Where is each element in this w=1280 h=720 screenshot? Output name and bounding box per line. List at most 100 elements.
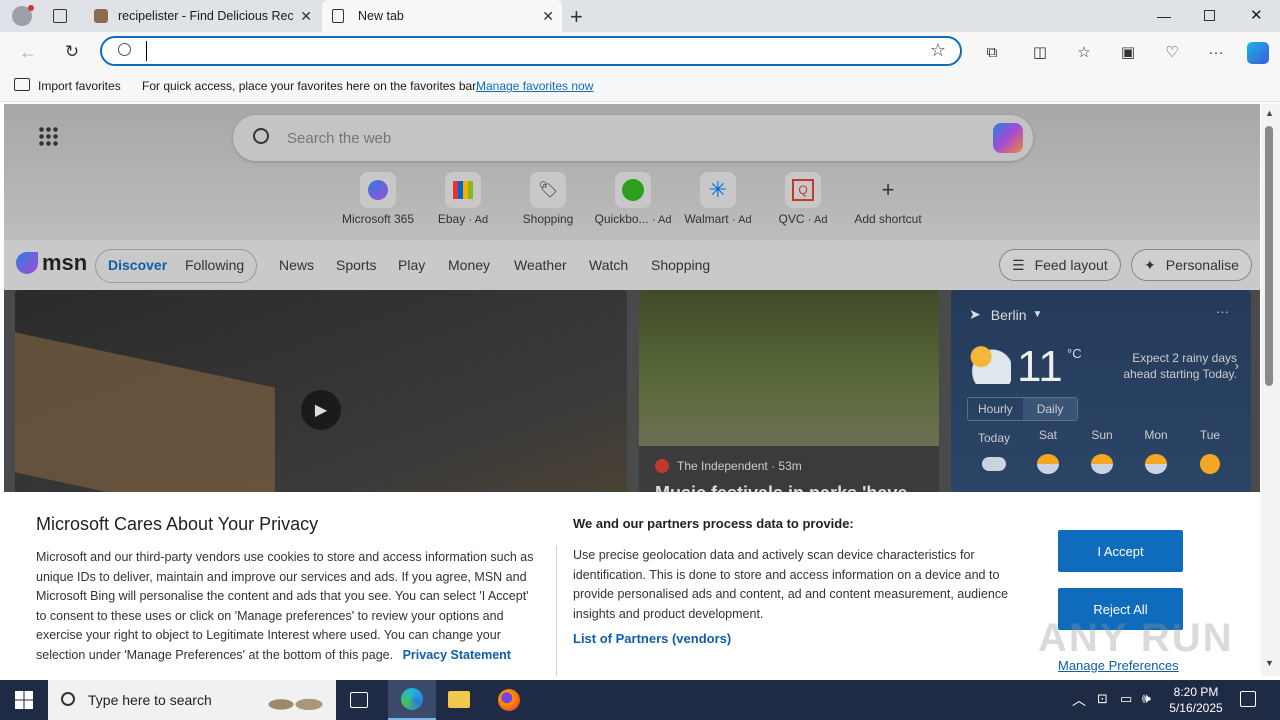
task-view-icon[interactable]: [350, 692, 368, 708]
taskbar: Type here to search ︿ ⊡ ▭ 🕪 8:20 PM 5/16…: [0, 680, 1280, 720]
play-icon[interactable]: ▶: [301, 390, 341, 430]
shortcut-shopping[interactable]: 🏷 Shopping: [508, 172, 588, 226]
search-icon: [61, 692, 75, 706]
chevron-down-icon: ▼: [1032, 309, 1043, 320]
partners-list-link[interactable]: List of Partners (vendors): [573, 631, 731, 646]
partners-body: Use precise geolocation data and activel…: [573, 548, 1009, 621]
news-source: The Independent · 53m: [655, 459, 802, 473]
nav-news[interactable]: News: [279, 257, 314, 273]
copilot-icon[interactable]: [993, 123, 1023, 153]
tab-actions-icon[interactable]: [53, 9, 67, 23]
close-window-button[interactable]: ✕: [1250, 6, 1263, 24]
shortcut-qvc[interactable]: Q QVC · Ad: [763, 172, 843, 226]
favorite-star-icon[interactable]: ☆: [930, 40, 946, 61]
minimize-button[interactable]: —: [1157, 8, 1171, 24]
show-hidden-icons[interactable]: ︿: [1072, 690, 1086, 710]
chevron-right-icon[interactable]: ›: [1235, 358, 1239, 373]
address-bar[interactable]: ☆: [100, 36, 962, 66]
nav-shopping[interactable]: Shopping: [651, 257, 710, 273]
tab-recipelister[interactable]: recipelister - Find Delicious Recip ✕: [84, 0, 320, 32]
page-icon: [332, 9, 344, 23]
edge-taskbar-icon[interactable]: [388, 680, 436, 720]
close-tab-icon[interactable]: ✕: [542, 8, 554, 25]
collections-icon[interactable]: ▣: [1118, 42, 1138, 62]
msn-nav-row: msn Discover Following News Sports Play …: [4, 240, 1260, 290]
network-icon[interactable]: ⊡: [1097, 691, 1108, 707]
tab-new-tab[interactable]: New tab ✕: [322, 0, 562, 32]
clock-time: 8:20 PM: [1173, 685, 1219, 699]
day-tue[interactable]: Tue: [1183, 428, 1237, 474]
shopping-tag-icon: 🏷: [530, 172, 566, 208]
scroll-down-icon[interactable]: ▼: [1265, 658, 1274, 668]
import-favorites-button[interactable]: Import favorites: [38, 79, 121, 93]
back-icon[interactable]: ←: [18, 42, 38, 62]
rain-cloud-icon: [982, 457, 1006, 471]
display-icon[interactable]: ▭: [1120, 691, 1132, 707]
privacy-body: Microsoft and our third-party vendors us…: [36, 550, 534, 662]
feed-layout-button[interactable]: ☰ Feed layout: [999, 249, 1121, 281]
partly-cloudy-icon: [1145, 454, 1167, 474]
clock-date: 5/16/2025: [1169, 701, 1223, 715]
tab-discover[interactable]: Discover: [108, 257, 167, 273]
shortcut-quickbooks[interactable]: Quickbo... · Ad: [593, 172, 673, 226]
nav-watch[interactable]: Watch: [589, 257, 628, 273]
nav-play[interactable]: Play: [398, 257, 425, 273]
more-icon[interactable]: ···: [1216, 304, 1229, 319]
partly-cloudy-icon: [1037, 454, 1059, 474]
notifications-icon[interactable]: [1240, 691, 1256, 707]
accept-button[interactable]: I Accept: [1058, 530, 1183, 572]
day-sat[interactable]: Sat: [1021, 428, 1075, 474]
day-today[interactable]: Today: [967, 431, 1021, 471]
favorites-icon[interactable]: ☆: [1074, 42, 1094, 62]
firefox-icon[interactable]: [498, 689, 520, 711]
day-sun[interactable]: Sun: [1075, 428, 1129, 474]
msn-logo[interactable]: msn: [16, 250, 87, 276]
temperature-unit: °C: [1067, 346, 1082, 361]
tab-title: recipelister - Find Delicious Recip: [118, 9, 293, 23]
extensions-icon[interactable]: ⧉: [982, 42, 1002, 62]
web-search-input[interactable]: [287, 126, 937, 150]
scroll-thumb[interactable]: [1265, 126, 1273, 386]
shortcut-walmart[interactable]: ✳ Walmart · Ad: [678, 172, 758, 226]
restore-button[interactable]: [1204, 10, 1215, 21]
close-tab-icon[interactable]: ✕: [300, 8, 312, 25]
privacy-statement-link[interactable]: Privacy Statement: [403, 648, 511, 662]
divider: [556, 546, 557, 676]
favorites-bar: Import favorites For quick access, place…: [0, 70, 1280, 102]
tab-hourly[interactable]: Hourly: [968, 402, 1023, 416]
browser-essentials-icon[interactable]: ♡: [1162, 42, 1182, 62]
tab-following[interactable]: Following: [185, 257, 244, 273]
personalise-button[interactable]: ✦ Personalise: [1131, 249, 1252, 281]
file-explorer-icon[interactable]: [448, 691, 470, 708]
scroll-up-icon[interactable]: ▲: [1265, 108, 1274, 118]
manage-favorites-link[interactable]: Manage favorites now: [476, 79, 593, 93]
copilot-icon[interactable]: [1247, 42, 1269, 64]
vertical-scrollbar[interactable]: ▲ ▼: [1261, 104, 1280, 676]
address-input[interactable]: [146, 41, 906, 61]
add-shortcut-button[interactable]: + Add shortcut: [848, 172, 928, 226]
shortcut-microsoft-365[interactable]: Microsoft 365: [338, 172, 418, 226]
refresh-icon[interactable]: ↻: [62, 42, 82, 62]
nav-money[interactable]: Money: [448, 257, 490, 273]
apps-grid-icon[interactable]: [38, 126, 58, 146]
nav-weather[interactable]: Weather: [514, 257, 567, 273]
clock[interactable]: 8:20 PM 5/16/2025: [1166, 684, 1226, 716]
day-mon[interactable]: Mon: [1129, 428, 1183, 474]
start-windows-icon[interactable]: [15, 691, 33, 709]
weather-location[interactable]: ➤ Berlin ▼: [969, 306, 1042, 323]
shortcut-ebay[interactable]: Ebay · Ad: [423, 172, 503, 226]
split-screen-icon[interactable]: ◫: [1030, 42, 1050, 62]
edge-icon: [401, 688, 423, 710]
anyrun-watermark: ANY RUN: [1038, 616, 1234, 660]
import-favorites-icon: [14, 78, 30, 91]
favorites-message: For quick access, place your favorites h…: [142, 79, 479, 93]
microsoft-365-icon: [360, 172, 396, 208]
more-options-icon[interactable]: ···: [1206, 42, 1226, 62]
nav-sports[interactable]: Sports: [336, 257, 376, 273]
tab-daily[interactable]: Daily: [1022, 398, 1078, 420]
news-image: [639, 290, 939, 446]
new-tab-button[interactable]: +: [570, 4, 583, 30]
web-search-box[interactable]: [233, 115, 1033, 161]
volume-icon[interactable]: 🕪: [1142, 690, 1151, 707]
taskbar-search-box[interactable]: Type here to search: [48, 680, 336, 720]
